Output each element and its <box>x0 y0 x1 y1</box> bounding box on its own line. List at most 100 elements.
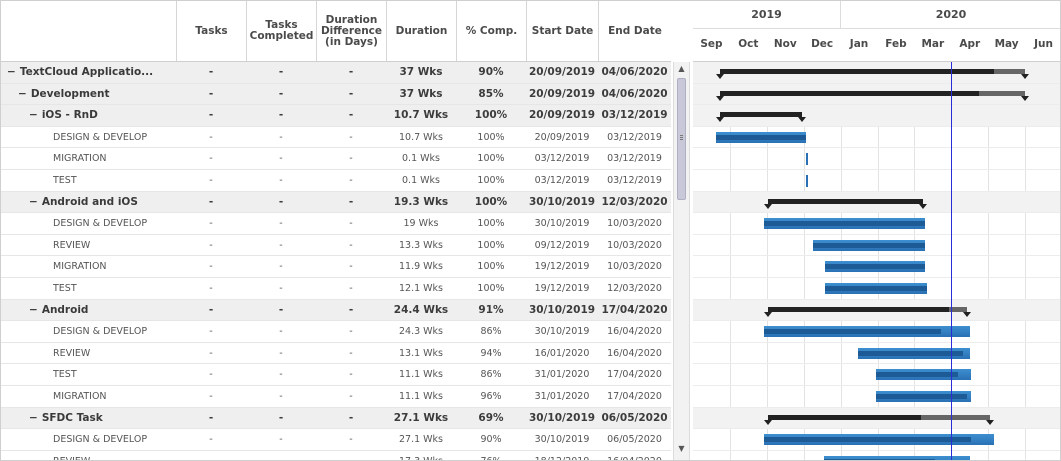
task-bar[interactable] <box>806 175 809 187</box>
task-name-cell: TEST <box>53 170 176 191</box>
task-row[interactable]: TEST - - - 0.1 Wks 100% 03/12/2019 03/12/2019 <box>1 170 671 192</box>
task-bar[interactable] <box>813 239 926 251</box>
task-bar[interactable] <box>876 369 971 381</box>
task-row[interactable]: TEST - - - 11.1 Wks 86% 31/01/2020 17/04/2020 <box>1 364 671 386</box>
task-bar[interactable] <box>806 153 809 166</box>
task-row[interactable]: DESIGN & DEVELOP - - - 10.7 Wks 100% 20/09/201… <box>1 127 671 149</box>
task-name-cell: TEST <box>53 364 176 385</box>
diff-cell: - <box>349 369 353 381</box>
summary-bar[interactable] <box>716 112 807 123</box>
duration-cell: 27.1 Wks <box>398 434 444 446</box>
summary-row[interactable]: − Android - - - 24.4 Wks 91% 30/10/2019 17/04/20… <box>1 299 671 322</box>
end-cell: 16/04/2020 <box>607 326 662 338</box>
task-name: REVIEW <box>53 239 91 251</box>
summary-bar[interactable] <box>764 306 971 317</box>
summary-bar[interactable] <box>764 198 928 209</box>
summary-row[interactable]: − Development - - - 37 Wks 85% 20/09/2019 04/06/… <box>1 83 671 106</box>
task-name: SFDC Task <box>41 411 103 424</box>
diff-cell: - <box>349 391 353 402</box>
task-bar[interactable] <box>825 283 928 294</box>
diff-cell: - <box>348 411 354 424</box>
pct-cell: 76% <box>456 451 526 460</box>
end-cell: 03/12/2019 <box>601 109 668 122</box>
vertical-scrollbar[interactable]: ▲ ▼ <box>673 62 690 460</box>
task-bar[interactable] <box>823 455 970 460</box>
task-row[interactable]: REVIEW - - - 13.3 Wks 100% 09/12/2019 10/03/202… <box>1 235 671 257</box>
summary-row[interactable]: − iOS - RnD - - - 10.7 Wks 100% 20/09/2019 03/12… <box>1 105 671 127</box>
task-progress <box>716 134 807 140</box>
task-bar[interactable] <box>825 261 926 273</box>
task-row[interactable]: REVIEW---17.3 Wks76%18/12/201916/04/2020 <box>1 451 671 460</box>
task-bar[interactable] <box>716 131 807 143</box>
task-name-cell: − Android and iOS <box>29 192 176 213</box>
summary-progress <box>720 69 995 74</box>
duration-cell: 37 Wks <box>399 66 443 78</box>
task-progress <box>764 329 941 335</box>
start-cell: 18/12/2019 <box>526 451 598 460</box>
task-row[interactable]: DESIGN & DEVELOP - - - 19 Wks 100% 30/10/2019 1… <box>1 213 671 235</box>
header-duration[interactable]: Duration <box>386 1 456 61</box>
tasks-cell: - <box>209 326 213 338</box>
pct-cell: 100% <box>477 175 505 186</box>
collapse-toggle-icon[interactable]: − <box>29 304 38 316</box>
collapse-toggle-icon[interactable]: − <box>29 196 38 208</box>
collapse-toggle-icon[interactable]: − <box>18 88 27 100</box>
tasks-cell: - <box>209 369 213 381</box>
task-name: iOS - RnD <box>41 109 98 122</box>
tasks-cell: - <box>209 239 213 251</box>
header-tasks-completed[interactable]: Tasks Completed <box>246 1 316 61</box>
month-label: Jun <box>1034 38 1053 50</box>
task-row[interactable]: MIGRATION - - - 11.1 Wks 96% 31/01/2020 17/04/2… <box>1 386 671 408</box>
header-pct-comp[interactable]: % Comp. <box>456 1 526 61</box>
start-cell: 30/10/2019 <box>534 326 590 338</box>
start-cell: 30/10/2019 <box>528 303 596 316</box>
header-tasks[interactable]: Tasks <box>176 1 246 61</box>
summary-row[interactable]: − SFDC Task - - - 27.1 Wks 69% 30/10/2019 06/05/… <box>1 407 671 430</box>
header-duration-difference[interactable]: Duration Difference (in Days) <box>316 1 386 61</box>
pct-cell: 100% <box>477 239 505 251</box>
header-end-date[interactable]: End Date <box>598 1 671 61</box>
task-bar[interactable] <box>764 218 926 230</box>
task-row[interactable]: TEST - - - 12.1 Wks 100% 19/12/2019 12/03/2020 <box>1 278 671 300</box>
task-bar[interactable] <box>858 347 970 359</box>
end-cell: 12/03/2020 <box>601 195 668 208</box>
task-row[interactable]: MIGRATION - - - 11.9 Wks 100% 19/12/2019 10/03/… <box>1 256 671 278</box>
pct-cell: 100% <box>477 261 505 273</box>
duration-cell: 10.7 Wks <box>393 109 449 122</box>
task-bar[interactable] <box>876 391 971 402</box>
task-bar[interactable] <box>764 434 995 446</box>
header-name[interactable] <box>1 1 176 61</box>
timeline-months: Sep Oct Nov Dec Jan Feb Mar Apr May Jun <box>693 28 1060 62</box>
scroll-down-arrow-icon[interactable]: ▼ <box>674 442 689 456</box>
summary-progress <box>768 198 924 204</box>
start-cell: 03/12/2019 <box>534 175 590 186</box>
task-bar[interactable] <box>764 326 970 338</box>
task-row[interactable]: DESIGN & DEVELOP - - - 27.1 Wks 90% 30/10/2019… <box>1 429 671 451</box>
start-cell: 03/12/2019 <box>534 153 590 165</box>
pct-cell: 94% <box>480 347 502 359</box>
collapse-toggle-icon[interactable]: − <box>29 412 38 424</box>
scrollbar-thumb[interactable] <box>677 78 686 200</box>
task-row[interactable]: DESIGN & DEVELOP - - - 24.3 Wks 86% 30/10/2019… <box>1 321 671 343</box>
diff-cell: - <box>349 347 353 359</box>
duration-cell: 17.3 Wks <box>386 451 456 460</box>
collapse-toggle-icon[interactable]: − <box>29 109 38 121</box>
task-name: TEST <box>53 369 77 381</box>
collapse-toggle-icon[interactable]: − <box>7 66 16 78</box>
task-row[interactable]: REVIEW - - - 13.1 Wks 94% 16/01/2020 16/04/2020 <box>1 343 671 365</box>
task-name: TextCloud Applicatio... <box>19 66 154 78</box>
start-cell: 30/10/2019 <box>528 195 596 208</box>
summary-bar[interactable] <box>716 90 1029 101</box>
header-start-date[interactable]: Start Date <box>526 1 598 61</box>
summary-row[interactable]: − Android and iOS - - - 19.3 Wks 100% 30/10/201… <box>1 191 671 214</box>
bar-end-cap <box>986 419 995 425</box>
summary-bar[interactable] <box>716 69 1029 79</box>
scroll-up-arrow-icon[interactable]: ▲ <box>674 62 689 76</box>
summary-row[interactable]: − TextCloud Applicatio... - - - 37 Wks 90% 20/0… <box>1 62 671 84</box>
summary-bar[interactable] <box>764 414 995 425</box>
tasks-cell: - <box>208 87 214 100</box>
task-name-cell: DESIGN & DEVELOP <box>53 127 176 148</box>
task-row[interactable]: MIGRATION - - - 0.1 Wks 100% 03/12/2019 03/12/2… <box>1 148 671 170</box>
gantt-app: Tasks Tasks Completed Duration Differenc… <box>0 0 1061 461</box>
task-progress <box>813 242 926 248</box>
